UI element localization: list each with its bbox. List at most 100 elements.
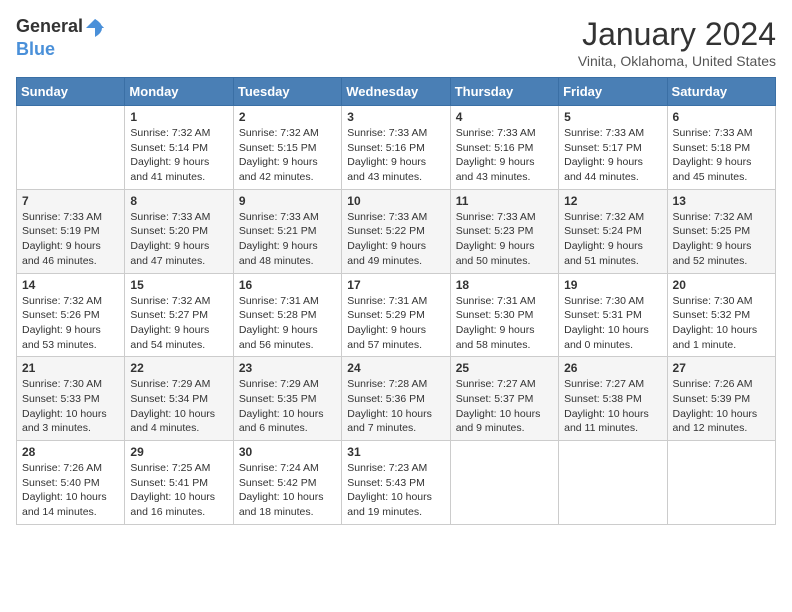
sunrise-text: Sunrise: 7:31 AM [347,295,427,307]
daylight-text: Daylight: 9 hours and 57 minutes. [347,324,426,351]
daylight-text: Daylight: 10 hours and 14 minutes. [22,491,107,518]
cell-content: Sunrise: 7:29 AM Sunset: 5:34 PM Daylight:… [130,377,227,436]
sunrise-text: Sunrise: 7:23 AM [347,462,427,474]
sunset-text: Sunset: 5:16 PM [347,142,425,154]
cell-content: Sunrise: 7:33 AMSunset: 5:17 PMDaylight:… [564,126,661,185]
calendar-week-row: 21Sunrise: 7:30 AMSunset: 5:33 PMDayligh… [17,357,776,441]
sunset-text: Sunset: 5:31 PM [564,309,642,321]
sunset-text: Sunset: 5:21 PM [239,225,317,237]
cell-content: Sunrise: 7:26 AMSunset: 5:40 PMDaylight:… [22,461,119,520]
weekday-header-wednesday: Wednesday [342,78,450,106]
cell-content: Sunrise: 7:33 AMSunset: 5:19 PMDaylight:… [22,210,119,269]
cell-content: Sunrise: 7:30 AMSunset: 5:31 PMDaylight:… [564,294,661,353]
calendar-cell: 18Sunrise: 7:31 AMSunset: 5:30 PMDayligh… [450,273,558,357]
daylight-text: Daylight: 10 hours and 11 minutes. [564,408,649,435]
sunset-text: Sunset: 5:14 PM [130,142,208,154]
sunrise-text: Sunrise: 7:32 AM [130,127,210,139]
day-number: 15 [130,278,227,292]
day-number: 13 [673,194,770,208]
calendar-cell: 4Sunrise: 7:33 AMSunset: 5:16 PMDaylight… [450,106,558,190]
sunrise-text: Sunrise: 7:33 AM [130,211,210,223]
calendar-cell: 3Sunrise: 7:33 AMSunset: 5:16 PMDaylight… [342,106,450,190]
day-number: 19 [564,278,661,292]
daylight-text: Daylight: 10 hours and 1 minute. [673,324,758,351]
sunset-text: Sunset: 5:34 PM [130,393,208,405]
sunset-text: Sunset: 5:30 PM [456,309,534,321]
calendar-cell: 21Sunrise: 7:30 AMSunset: 5:33 PMDayligh… [17,357,125,441]
sunset-text: Sunset: 5:25 PM [673,225,751,237]
day-number: 29 [130,445,227,459]
calendar-cell [17,106,125,190]
daylight-text: Daylight: 9 hours and 54 minutes. [130,324,209,351]
sunrise-text: Sunrise: 7:30 AM [564,295,644,307]
sunset-text: Sunset: 5:43 PM [347,477,425,489]
daylight-text: Daylight: 9 hours and 44 minutes. [564,156,643,183]
logo: General Blue [16,16,107,60]
sunrise-text: Sunrise: 7:24 AM [239,462,319,474]
cell-content: Sunrise: 7:30 AMSunset: 5:32 PMDaylight:… [673,294,770,353]
sunrise-text: Sunrise: 7:33 AM [239,211,319,223]
calendar-cell: 12Sunrise: 7:32 AMSunset: 5:24 PMDayligh… [559,189,667,273]
sunset-text: Sunset: 5:32 PM [673,309,751,321]
cell-content: Sunrise: 7:23 AMSunset: 5:43 PMDaylight:… [347,461,444,520]
cell-content: Sunrise: 7:33 AMSunset: 5:16 PMDaylight:… [347,126,444,185]
day-number: 26 [564,361,661,375]
calendar-cell: 25Sunrise: 7:27 AMSunset: 5:37 PMDayligh… [450,357,558,441]
daylight-text: Daylight: 9 hours and 52 minutes. [673,240,752,267]
cell-content: Sunrise: 7:29 AMSunset: 5:35 PMDaylight:… [239,377,336,436]
day-number: 2 [239,110,336,124]
sunset-text: Sunset: 5:29 PM [347,309,425,321]
calendar-cell: 20Sunrise: 7:30 AMSunset: 5:32 PMDayligh… [667,273,775,357]
sunrise-text: Sunrise: 7:26 AM [673,378,753,390]
sunset-text: Sunset: 5:23 PM [456,225,534,237]
sunset-text: Sunset: 5:27 PM [130,309,208,321]
calendar-cell: 29Sunrise: 7:25 AMSunset: 5:41 PMDayligh… [125,441,233,525]
sunrise-text: Sunrise: 7:33 AM [347,211,427,223]
cell-content: Sunrise: 7:31 AMSunset: 5:28 PMDaylight:… [239,294,336,353]
calendar-cell: 31Sunrise: 7:23 AMSunset: 5:43 PMDayligh… [342,441,450,525]
daylight-text: Daylight: 10 hours and 3 minutes. [22,408,107,435]
daylight-text: Daylight: 9 hours and 53 minutes. [22,324,101,351]
sunrise-text: Sunrise: 7:28 AM [347,378,427,390]
calendar-cell: 24Sunrise: 7:28 AMSunset: 5:36 PMDayligh… [342,357,450,441]
sunrise-text: Sunrise: 7:25 AM [130,462,210,474]
calendar-cell: 23Sunrise: 7:29 AMSunset: 5:35 PMDayligh… [233,357,341,441]
cell-content: Sunrise: 7:32 AMSunset: 5:15 PMDaylight:… [239,126,336,185]
calendar-cell: 1 Sunrise: 7:32 AM Sunset: 5:14 PM Daylight… [125,106,233,190]
sunrise-text: Sunrise: 7:30 AM [22,378,102,390]
daylight-text: Daylight: 9 hours and 48 minutes. [239,240,318,267]
calendar-cell: 11Sunrise: 7:33 AMSunset: 5:23 PMDayligh… [450,189,558,273]
cell-content: Sunrise: 7:27 AMSunset: 5:37 PMDaylight:… [456,377,553,436]
sunrise-text: Sunrise: 7:32 AM [239,127,319,139]
day-number: 1 [130,110,227,124]
sunset-text: Sunset: 5:37 PM [456,393,534,405]
sunset-text: Sunset: 5:16 PM [456,142,534,154]
sunset-text: Sunset: 5:17 PM [564,142,642,154]
calendar-cell: 19Sunrise: 7:30 AMSunset: 5:31 PMDayligh… [559,273,667,357]
daylight-text: Daylight: 10 hours and 7 minutes. [347,408,432,435]
day-number: 14 [22,278,119,292]
daylight-text: Daylight: 9 hours and 41 minutes. [130,156,209,183]
daylight-text: Daylight: 9 hours and 42 minutes. [239,156,318,183]
weekday-header-saturday: Saturday [667,78,775,106]
calendar-cell: 10Sunrise: 7:33 AMSunset: 5:22 PMDayligh… [342,189,450,273]
sunrise-text: Sunrise: 7:29 AM [130,378,210,390]
sunset-text: Sunset: 5:38 PM [564,393,642,405]
daylight-text: Daylight: 10 hours and 4 minutes. [130,408,215,435]
weekday-header-sunday: Sunday [17,78,125,106]
weekday-header-monday: Monday [125,78,233,106]
sunrise-text: Sunrise: 7:27 AM [456,378,536,390]
daylight-text: Daylight: 9 hours and 58 minutes. [456,324,535,351]
calendar-cell [559,441,667,525]
cell-content: Sunrise: 7:33 AM Sunset: 5:21 PM Daylight:… [239,210,336,269]
day-number: 30 [239,445,336,459]
sunset-text: Sunset: 5:42 PM [239,477,317,489]
cell-content: Sunrise: 7:32 AMSunset: 5:25 PMDaylight:… [673,210,770,269]
logo-flag-icon [84,17,106,39]
cell-content: Sunrise: 7:32 AMSunset: 5:24 PMDaylight:… [564,210,661,269]
cell-content: Sunrise: 7:32 AM Sunset: 5:14 PM Daylight:… [130,126,227,185]
calendar-cell: 26Sunrise: 7:27 AMSunset: 5:38 PMDayligh… [559,357,667,441]
cell-content: Sunrise: 7:31 AM Sunset: 5:29 PM Daylight:… [347,294,444,353]
daylight-text: Daylight: 9 hours and 49 minutes. [347,240,426,267]
logo-text: General Blue [16,16,107,60]
